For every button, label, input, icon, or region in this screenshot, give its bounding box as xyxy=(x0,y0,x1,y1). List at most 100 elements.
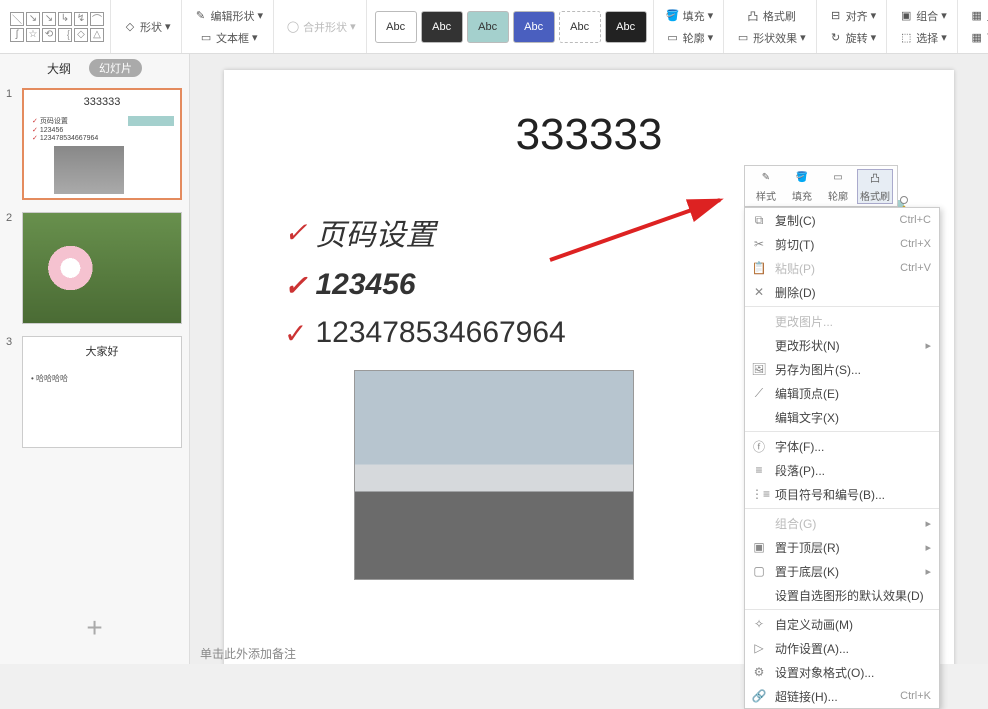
preset-3[interactable]: Abc xyxy=(467,11,509,43)
select-icon: ⬚ xyxy=(899,31,913,45)
menu-copy[interactable]: ⧉复制(C)Ctrl+C xyxy=(745,208,939,232)
delete-icon: ✕ xyxy=(751,285,767,299)
preset-6[interactable]: Abc xyxy=(605,11,647,43)
cut-icon: ✂ xyxy=(751,237,767,251)
menu-bring-front[interactable]: ▣置于顶层(R)▸ xyxy=(745,535,939,559)
panel-tabs: 大纲 幻灯片 xyxy=(0,54,189,82)
line-shapes-grid[interactable]: ＼↘↘↳↯⌒ ʃ☆⟲｛◇△ xyxy=(10,12,104,42)
menu-custom-anim[interactable]: ✧自定义动画(M) xyxy=(745,612,939,636)
mini-outline-button[interactable]: ▭轮廓 xyxy=(821,170,855,203)
outline-icon: ▭ xyxy=(829,170,847,186)
tab-slides[interactable]: 幻灯片 xyxy=(89,59,142,77)
shape-style-presets[interactable]: Abc Abc Abc Abc Abc Abc xyxy=(375,11,647,43)
thumb-3[interactable]: 大家好 • 哈哈哈哈 xyxy=(22,336,182,448)
vertex-icon: ⟋ xyxy=(751,386,767,401)
slide-image[interactable] xyxy=(354,370,634,580)
mini-toolbar: ✎样式 🪣填充 ▭轮廓 凸格式刷 xyxy=(744,165,898,207)
ribbon-toolbar: ＼↘↘↳↯⌒ ʃ☆⟲｛◇△ ◇形状 ▾ ✎编辑形状 ▾ ▭文本框 ▾ ◯合并形状… xyxy=(0,0,988,54)
mini-fill-button[interactable]: 🪣填充 xyxy=(785,170,819,203)
mini-style-button[interactable]: ✎样式 xyxy=(749,170,783,203)
edit-shape-icon: ✎ xyxy=(194,9,208,23)
pen-icon: ✎ xyxy=(757,170,775,186)
thumb-1-wrap[interactable]: 1 333333 页码设置 123456 123478534667964 xyxy=(0,82,189,206)
preset-1[interactable]: Abc xyxy=(375,11,417,43)
shape-effects-button[interactable]: ▭形状效果 ▾ xyxy=(732,28,810,48)
menu-hyperlink[interactable]: 🔗超链接(H)...Ctrl+K xyxy=(745,684,939,708)
menu-paragraph[interactable]: ≡段落(P)... xyxy=(745,458,939,482)
front-icon: ▣ xyxy=(751,540,767,554)
tab-outline[interactable]: 大纲 xyxy=(47,60,71,77)
textbox-icon: ▭ xyxy=(199,31,213,45)
menu-edit-vertex[interactable]: ⟋编辑顶点(E) xyxy=(745,381,939,405)
menu-font[interactable]: ⓕ字体(F)... xyxy=(745,434,939,458)
select-button[interactable]: ⬚选择 ▾ xyxy=(895,28,951,48)
mini-format-painter-button[interactable]: 凸格式刷 xyxy=(857,169,893,204)
shapes-gallery-group: ＼↘↘↳↯⌒ ʃ☆⟲｛◇△ xyxy=(4,0,111,53)
effects-icon: ▭ xyxy=(736,31,750,45)
thumb-2[interactable] xyxy=(22,212,182,324)
notes-placeholder[interactable]: 单击此外添加备注 xyxy=(200,645,296,662)
merge-shapes-button[interactable]: ◯合并形状 ▾ xyxy=(282,17,360,37)
shape-dropdown[interactable]: ◇形状 ▾ xyxy=(119,17,175,37)
group-button[interactable]: ▣组合 ▾ xyxy=(895,6,951,26)
menu-group: 组合(G)▸ xyxy=(745,511,939,535)
menu-change-shape[interactable]: 更改形状(N)▸ xyxy=(745,333,939,357)
menu-action[interactable]: ▷动作设置(A)... xyxy=(745,636,939,660)
thumb-3-wrap[interactable]: 3 大家好 • 哈哈哈哈 xyxy=(0,330,189,454)
outline-button[interactable]: ▭轮廓 ▾ xyxy=(662,28,718,48)
rotate-button[interactable]: ↻旋转 ▾ xyxy=(825,28,881,48)
format-painter-button[interactable]: 凸格式刷 xyxy=(742,6,800,26)
menu-edit-text[interactable]: 编辑文字(X) xyxy=(745,405,939,429)
thumb-1[interactable]: 333333 页码设置 123456 123478534667964 xyxy=(22,88,182,200)
font-icon: ⓕ xyxy=(751,438,767,455)
preset-4[interactable]: Abc xyxy=(513,11,555,43)
align-icon: ⊟ xyxy=(829,9,843,23)
thumb-list: 页码设置 123456 123478534667964 xyxy=(32,116,98,142)
align-button[interactable]: ⊟对齐 ▾ xyxy=(825,6,881,26)
fill-button[interactable]: 🪣填充 ▾ xyxy=(662,6,718,26)
format-icon: ⚙ xyxy=(751,665,767,679)
back-icon: ▢ xyxy=(751,564,767,578)
list-item-2[interactable]: ✓123456 xyxy=(284,268,566,302)
menu-delete[interactable]: ✕删除(D) xyxy=(745,280,939,304)
send-backward-button[interactable]: ▦下移一层 ▾ xyxy=(966,28,988,48)
edit-shape-button[interactable]: ✎编辑形状 ▾ xyxy=(190,6,268,26)
preset-5[interactable]: Abc xyxy=(559,11,601,43)
menu-bullets[interactable]: ⋮≡项目符号和编号(B)... xyxy=(745,482,939,506)
thumb-title: 333333 xyxy=(24,96,180,108)
fill-icon: 🪣 xyxy=(666,9,680,23)
anim-icon: ✧ xyxy=(751,617,767,631)
menu-save-as-image[interactable]: 🖼另存为图片(S)... xyxy=(745,357,939,381)
slide-title-text[interactable]: 333333 xyxy=(224,110,954,160)
thumb-2-wrap[interactable]: 2 xyxy=(0,206,189,330)
edit-shape-group: ✎编辑形状 ▾ ▭文本框 ▾ xyxy=(184,0,275,53)
list-item-3[interactable]: ✓123478534667964 xyxy=(284,316,566,350)
thumb-title: 大家好 xyxy=(23,343,181,359)
menu-paste: 📋粘贴(P)Ctrl+V xyxy=(745,256,939,280)
textbox-button[interactable]: ▭文本框 ▾ xyxy=(195,28,262,48)
merge-shapes-group: ◯合并形状 ▾ xyxy=(276,0,367,53)
menu-set-default[interactable]: 设置自选图形的默认效果(D) xyxy=(745,583,939,607)
paragraph-icon: ≡ xyxy=(751,463,767,477)
thumb-image xyxy=(54,146,124,194)
thumb-arrow-shape xyxy=(128,116,174,126)
menu-send-back[interactable]: ▢置于底层(K)▸ xyxy=(745,559,939,583)
outline-icon: ▭ xyxy=(666,31,680,45)
slide-panel: 大纲 幻灯片 1 333333 页码设置 123456 123478534667… xyxy=(0,54,190,664)
list-item-1[interactable]: ✓页码设置 xyxy=(284,210,566,254)
check-icon: ✓ xyxy=(284,216,307,249)
fill-outline-group: 🪣填充 ▾ ▭轮廓 ▾ xyxy=(656,0,725,53)
preset-2[interactable]: Abc xyxy=(421,11,463,43)
paste-icon: 📋 xyxy=(751,261,767,275)
bring-forward-button[interactable]: ▦上移一层 ▾ xyxy=(966,6,988,26)
format-painter-group: 凸格式刷 ▭形状效果 ▾ xyxy=(726,0,817,53)
menu-change-image: 更改图片... xyxy=(745,309,939,333)
thumb-number: 2 xyxy=(6,212,16,324)
add-slide-button[interactable]: + xyxy=(0,592,189,664)
rotate-icon: ↻ xyxy=(829,31,843,45)
menu-cut[interactable]: ✂剪切(T)Ctrl+X xyxy=(745,232,939,256)
group-icon: ▣ xyxy=(899,9,913,23)
layer-group: ▦上移一层 ▾ ▦下移一层 ▾ xyxy=(960,0,988,53)
slide-content-list[interactable]: ✓页码设置 ✓123456 ✓123478534667964 xyxy=(284,210,566,364)
thumb-number: 1 xyxy=(6,88,16,200)
